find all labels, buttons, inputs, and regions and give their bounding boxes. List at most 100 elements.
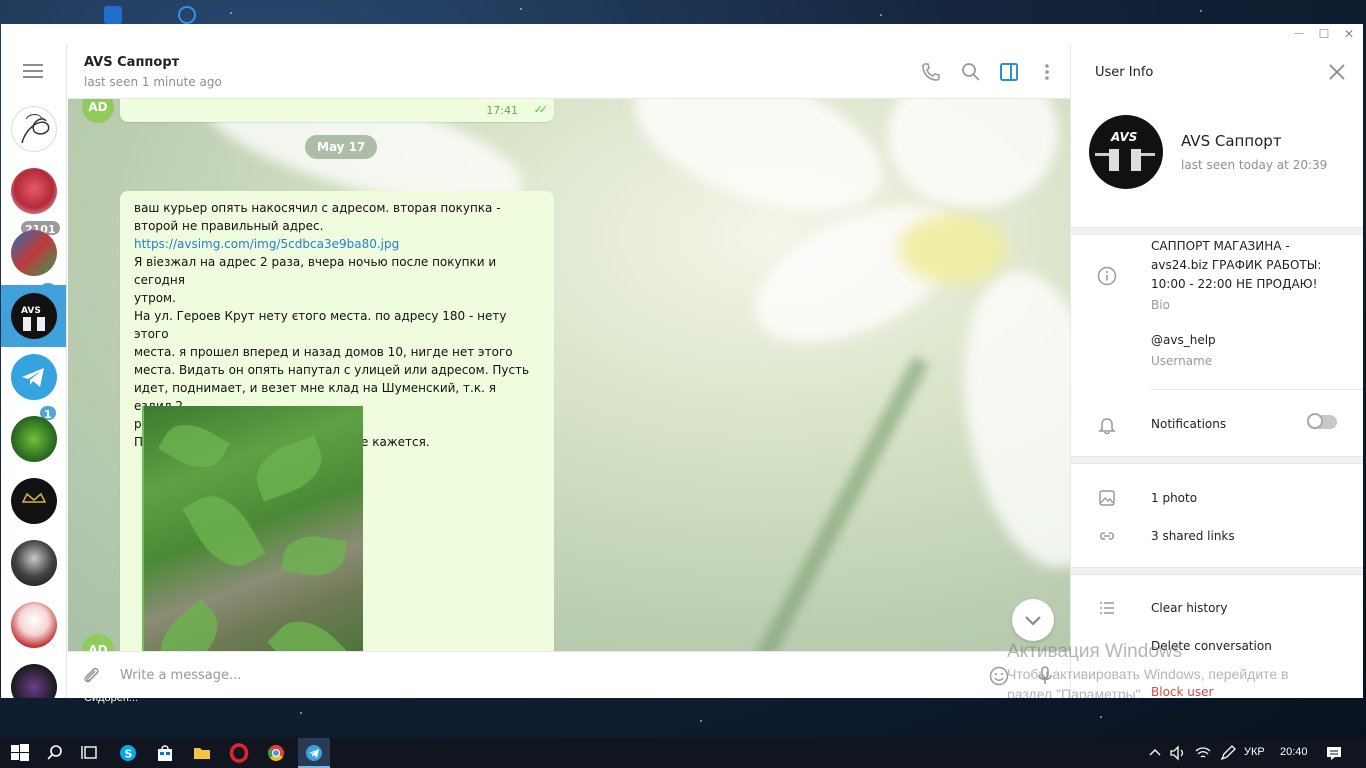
read-checkmarks-icon: ✓✓ [533,103,549,116]
message-line: ваш курьер опять накосячил с адресом. вт… [134,201,501,215]
section-divider [1071,456,1363,464]
user-last-seen: last seen today at 20:39 [1181,158,1328,172]
message-photo[interactable] [142,406,363,651]
chat-avatar-lips[interactable] [11,168,57,214]
message-composer [68,651,1070,698]
message-line: На ул. Героев Крут нету єтого места. по … [134,309,507,341]
chevron-up-icon[interactable] [1145,743,1165,763]
username-value[interactable]: @avs_help [1151,331,1216,350]
list-icon [1097,598,1117,618]
message-time: 17:41 [486,104,518,117]
svg-text:S: S [125,748,133,761]
search-icon[interactable] [45,743,65,763]
telegram-icon [306,745,322,761]
chat-avatar-cannabis[interactable] [11,416,57,462]
skype-icon[interactable]: S [118,743,138,763]
shared-links-link[interactable]: 3 shared links [1151,527,1235,546]
background-flower-center [898,214,1008,284]
close-button[interactable]: ✕ [1337,26,1361,42]
telegram-logo-icon[interactable] [11,354,57,400]
user-info-title: User Info [1095,65,1154,80]
message-bubble-previous[interactable]: 17:41 ✓✓ [120,99,554,122]
bio-label: Bio [1151,298,1170,312]
chevron-down-icon [1025,616,1041,626]
message-history[interactable]: AD 17:41 ✓✓ May 17 ваш курьер опять нако… [68,99,1070,651]
chat-avatar-my-cacao[interactable] [11,478,57,524]
keyboard-language[interactable]: УКР [1244,746,1265,758]
sender-avatar[interactable]: AD [82,99,114,123]
user-avatar[interactable]: AVS [1089,115,1163,189]
pen-icon[interactable] [1218,743,1238,763]
message-line: места. я прошел вперед и назад домов 10,… [134,345,513,359]
notifications-toggle[interactable] [1307,413,1337,429]
phone-icon[interactable] [920,61,942,83]
search-icon[interactable] [960,61,982,83]
internet-explorer-icon[interactable] [178,6,196,24]
task-view-icon[interactable] [80,743,100,763]
background-stem [744,355,930,651]
user-info-panel: User Info AVS AVS Саппорт last seen toda… [1070,44,1363,698]
chat-status: last seen 1 minute ago [84,75,222,89]
store-icon[interactable] [155,743,175,763]
bio-text: САППОРТ МАГАЗИНА - avs24.biz ГРАФИК РАБО… [1151,239,1322,291]
activation-watermark-title: Активация Windows [1007,641,1183,662]
network-icon[interactable] [1193,743,1213,763]
windows-start-icon[interactable] [10,743,30,763]
user-name: AVS Саппорт [1181,132,1282,150]
window-titlebar[interactable]: — ☐ ✕ [1,24,1363,44]
bell-icon [1097,415,1117,435]
message-line: утром. [134,291,176,305]
chat-avatar-sketch[interactable] [11,106,57,152]
chat-list: 2101 3 AVS 1 [1,44,67,698]
taskbar-clock[interactable]: 20:40 [1280,746,1308,758]
background-petal [888,99,1058,209]
svg-text:AVS: AVS [21,306,41,316]
clear-history-button[interactable]: Clear history [1151,599,1227,618]
hamburger-menu-icon[interactable] [23,64,43,80]
chat-avatar-anime[interactable] [11,602,57,648]
chat-avatar-avs: AVS [11,293,57,339]
message-link[interactable]: https://avsimg.com/img/5cdbca3e9ba80.jpg [134,235,534,253]
file-explorer-icon[interactable] [192,743,212,763]
section-divider [1071,567,1363,575]
message-bubble[interactable]: ваш курьер опять накосячил с адресом. вт… [120,191,554,651]
opera-icon[interactable] [229,743,249,763]
date-separator: May 17 [305,135,378,159]
avatar-text: AVS [1110,130,1137,144]
action-center-icon[interactable] [1324,743,1344,763]
chat-avatar-graffiti[interactable] [11,230,57,276]
chat-title[interactable]: AVS Саппорт [84,55,179,70]
volume-icon[interactable] [1168,743,1188,763]
message-input[interactable] [120,664,940,686]
info-icon [1097,266,1117,286]
scroll-down-button[interactable] [1012,599,1054,641]
shared-photos-link[interactable]: 1 photo [1151,489,1197,508]
minimize-button[interactable]: — [1287,26,1311,42]
maximize-button[interactable]: ☐ [1312,26,1336,42]
section-divider [1071,227,1363,235]
notifications-label: Notifications [1151,417,1227,431]
sender-avatar[interactable]: AD [82,634,114,651]
photo-icon [1097,488,1117,508]
activation-watermark-line2: раздел "Параметры". [1007,686,1145,698]
chat-item-avs-support[interactable]: AVS [1,285,66,347]
more-vertical-icon[interactable] [1036,61,1058,83]
chat-avatar-oneshot-2[interactable] [11,664,57,698]
message-line: Я віезжал на адрес 2 раза, вчера ночью п… [134,255,497,287]
chrome-icon[interactable] [266,743,286,763]
activation-watermark-line1: Чтобы активировать Windows, перейдите в [1007,666,1289,682]
telegram-window: — ☐ ✕ 2101 3 AVS 1 AVS Саппорт [1,24,1363,698]
windows-taskbar: S УКР 20:40 [0,738,1366,768]
sidebar-toggle-icon[interactable] [998,61,1020,83]
desktop-shortcut-icon[interactable] [104,6,122,24]
message-line: второй не правильный адрес. [134,219,324,233]
link-icon [1097,526,1117,546]
background-petal [943,259,1070,579]
close-icon[interactable] [1327,62,1347,82]
username-label: Username [1151,354,1213,368]
message-line: места. Видать он опять напутал с улицей … [134,363,530,377]
attach-icon[interactable] [80,664,102,686]
chat-avatar-oneshot[interactable] [11,540,57,586]
block-user-button[interactable]: Block user [1151,683,1213,698]
telegram-taskbar-button[interactable] [298,738,330,768]
